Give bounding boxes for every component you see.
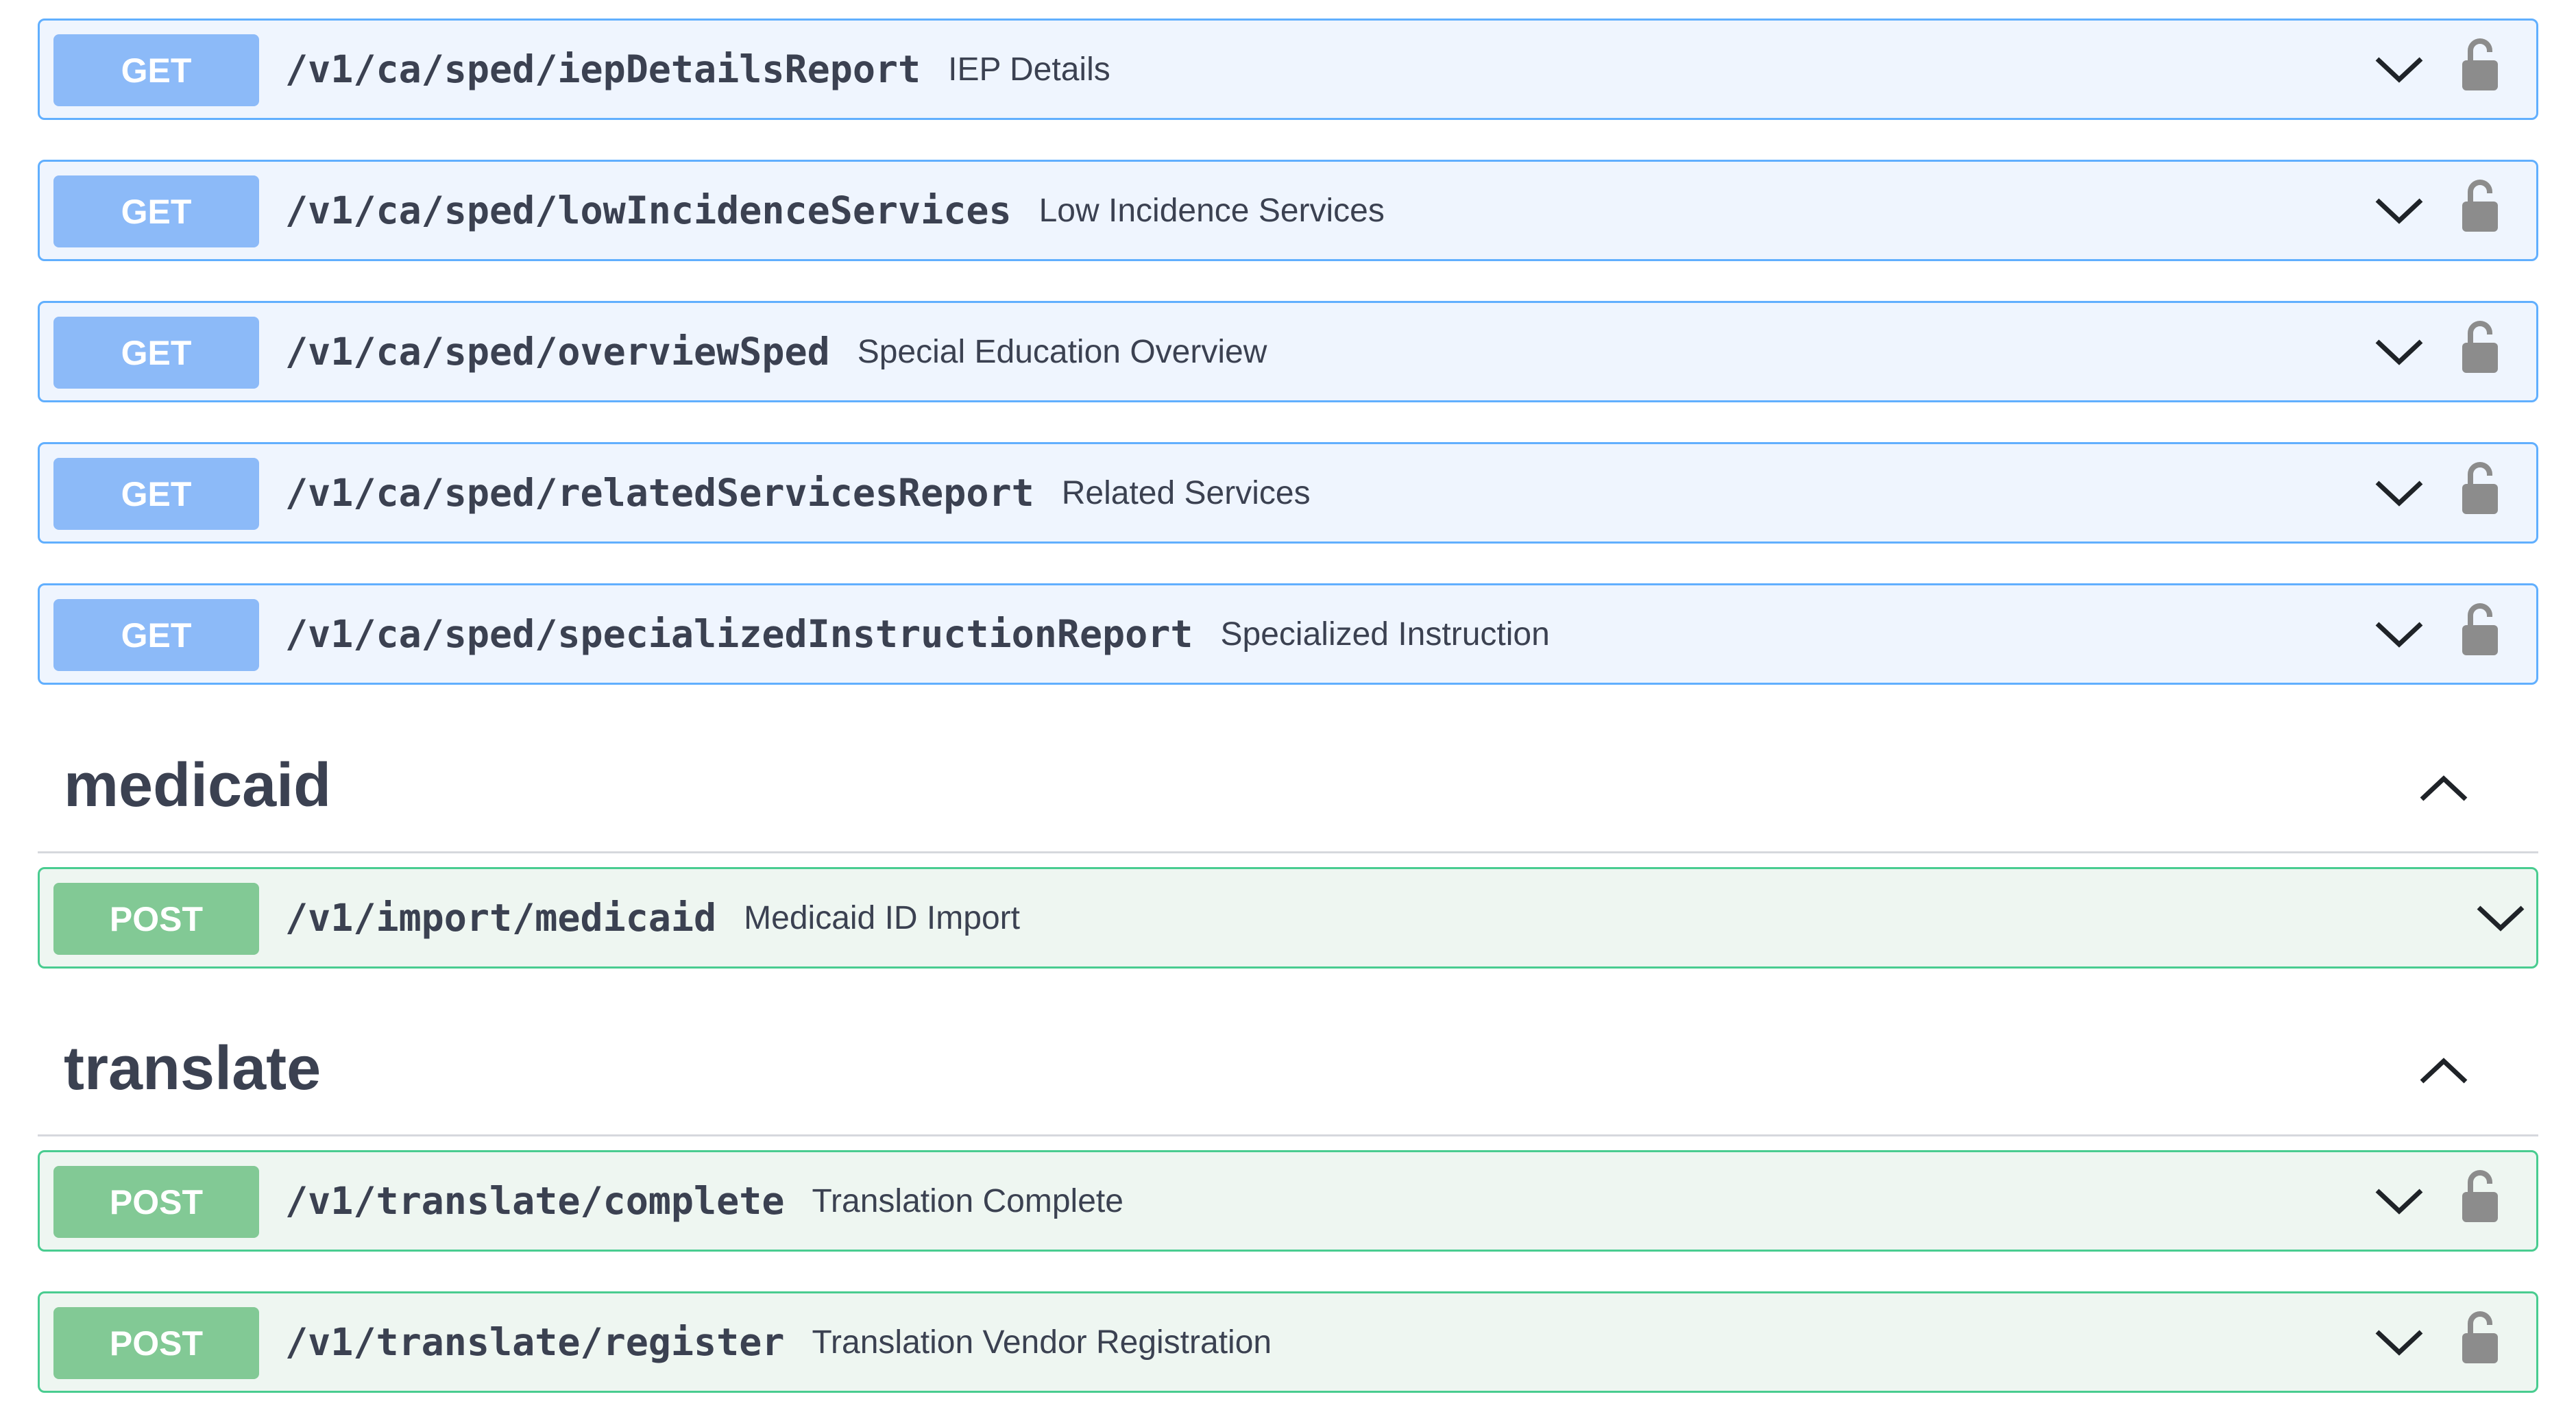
- operation-path-group: /v1/ca/sped/overviewSped Special Educati…: [285, 303, 1267, 400]
- chevron-down-icon[interactable]: [2372, 1177, 2427, 1225]
- operation-summary: Specialized Instruction: [1220, 616, 1550, 653]
- operation-path-group: /v1/ca/sped/iepDetailsReport IEP Details: [285, 21, 1110, 118]
- chevron-up-icon[interactable]: [2416, 768, 2471, 809]
- method-badge: GET: [53, 599, 259, 671]
- operation-path: /v1/ca/sped/specializedInstructionReport: [285, 612, 1193, 656]
- operation-summary: Translation Complete: [812, 1182, 1123, 1219]
- lock-icon[interactable]: [2459, 177, 2501, 234]
- lock-icon[interactable]: [2459, 318, 2501, 376]
- lock-icon[interactable]: [2459, 1308, 2501, 1366]
- operation-summary: Special Education Overview: [857, 333, 1267, 370]
- operation-path-group: /v1/translate/register Translation Vendo…: [285, 1293, 1272, 1391]
- lock-icon[interactable]: [2459, 459, 2501, 517]
- method-badge: POST: [53, 883, 259, 955]
- lock-icon[interactable]: [2459, 36, 2501, 93]
- operation-path: /v1/ca/sped/lowIncidenceServices: [285, 188, 1012, 232]
- operation-summary: IEP Details: [948, 51, 1110, 88]
- operation-path-group: /v1/import/medicaid Medicaid ID Import: [285, 869, 1020, 966]
- chevron-down-icon[interactable]: [2372, 328, 2427, 376]
- operation-summary: Low Incidence Services: [1038, 192, 1385, 229]
- operation-row[interactable]: GET /v1/ca/sped/specializedInstructionRe…: [38, 583, 2538, 685]
- section-divider: [38, 1134, 2538, 1136]
- operation-path-group: /v1/ca/sped/specializedInstructionReport…: [285, 585, 1550, 683]
- operation-path-group: /v1/ca/sped/relatedServicesReport Relate…: [285, 444, 1311, 541]
- operation-path: /v1/translate/register: [285, 1320, 785, 1364]
- operation-path: /v1/import/medicaid: [285, 896, 717, 940]
- method-badge: GET: [53, 458, 259, 530]
- operation-row[interactable]: GET /v1/ca/sped/overviewSped Special Edu…: [38, 301, 2538, 402]
- operation-summary: Translation Vendor Registration: [812, 1324, 1272, 1361]
- method-badge: GET: [53, 34, 259, 106]
- section-title-medicaid[interactable]: medicaid: [64, 751, 331, 821]
- operation-summary: Medicaid ID Import: [744, 899, 1020, 936]
- operation-row[interactable]: GET /v1/ca/sped/lowIncidenceServices Low…: [38, 160, 2538, 261]
- chevron-down-icon[interactable]: [2372, 1318, 2427, 1366]
- method-badge: POST: [53, 1166, 259, 1238]
- operation-path: /v1/ca/sped/iepDetailsReport: [285, 47, 921, 91]
- operation-path: /v1/ca/sped/relatedServicesReport: [285, 471, 1034, 515]
- chevron-down-icon[interactable]: [2372, 45, 2427, 93]
- chevron-up-icon[interactable]: [2416, 1050, 2471, 1091]
- method-badge: GET: [53, 317, 259, 389]
- chevron-down-icon[interactable]: [2473, 894, 2528, 942]
- chevron-down-icon[interactable]: [2372, 610, 2427, 658]
- operation-row[interactable]: GET /v1/ca/sped/relatedServicesReport Re…: [38, 442, 2538, 544]
- operation-path: /v1/ca/sped/overviewSped: [285, 330, 830, 374]
- method-badge: GET: [53, 175, 259, 247]
- operation-row[interactable]: POST /v1/import/medicaid Medicaid ID Imp…: [38, 867, 2538, 969]
- operation-row[interactable]: POST /v1/translate/complete Translation …: [38, 1150, 2538, 1252]
- section-divider: [38, 851, 2538, 853]
- lock-icon[interactable]: [2459, 600, 2501, 658]
- method-badge: POST: [53, 1307, 259, 1379]
- chevron-down-icon[interactable]: [2372, 186, 2427, 234]
- chevron-down-icon[interactable]: [2372, 469, 2427, 517]
- operation-path-group: /v1/ca/sped/lowIncidenceServices Low Inc…: [285, 162, 1385, 259]
- operation-path: /v1/translate/complete: [285, 1179, 785, 1223]
- operation-path-group: /v1/translate/complete Translation Compl…: [285, 1152, 1123, 1250]
- operation-row[interactable]: GET /v1/ca/sped/iepDetailsReport IEP Det…: [38, 19, 2538, 120]
- operation-summary: Related Services: [1061, 474, 1311, 511]
- operation-row[interactable]: POST /v1/translate/register Translation …: [38, 1291, 2538, 1393]
- lock-icon[interactable]: [2459, 1167, 2501, 1225]
- section-title-translate[interactable]: translate: [64, 1034, 321, 1104]
